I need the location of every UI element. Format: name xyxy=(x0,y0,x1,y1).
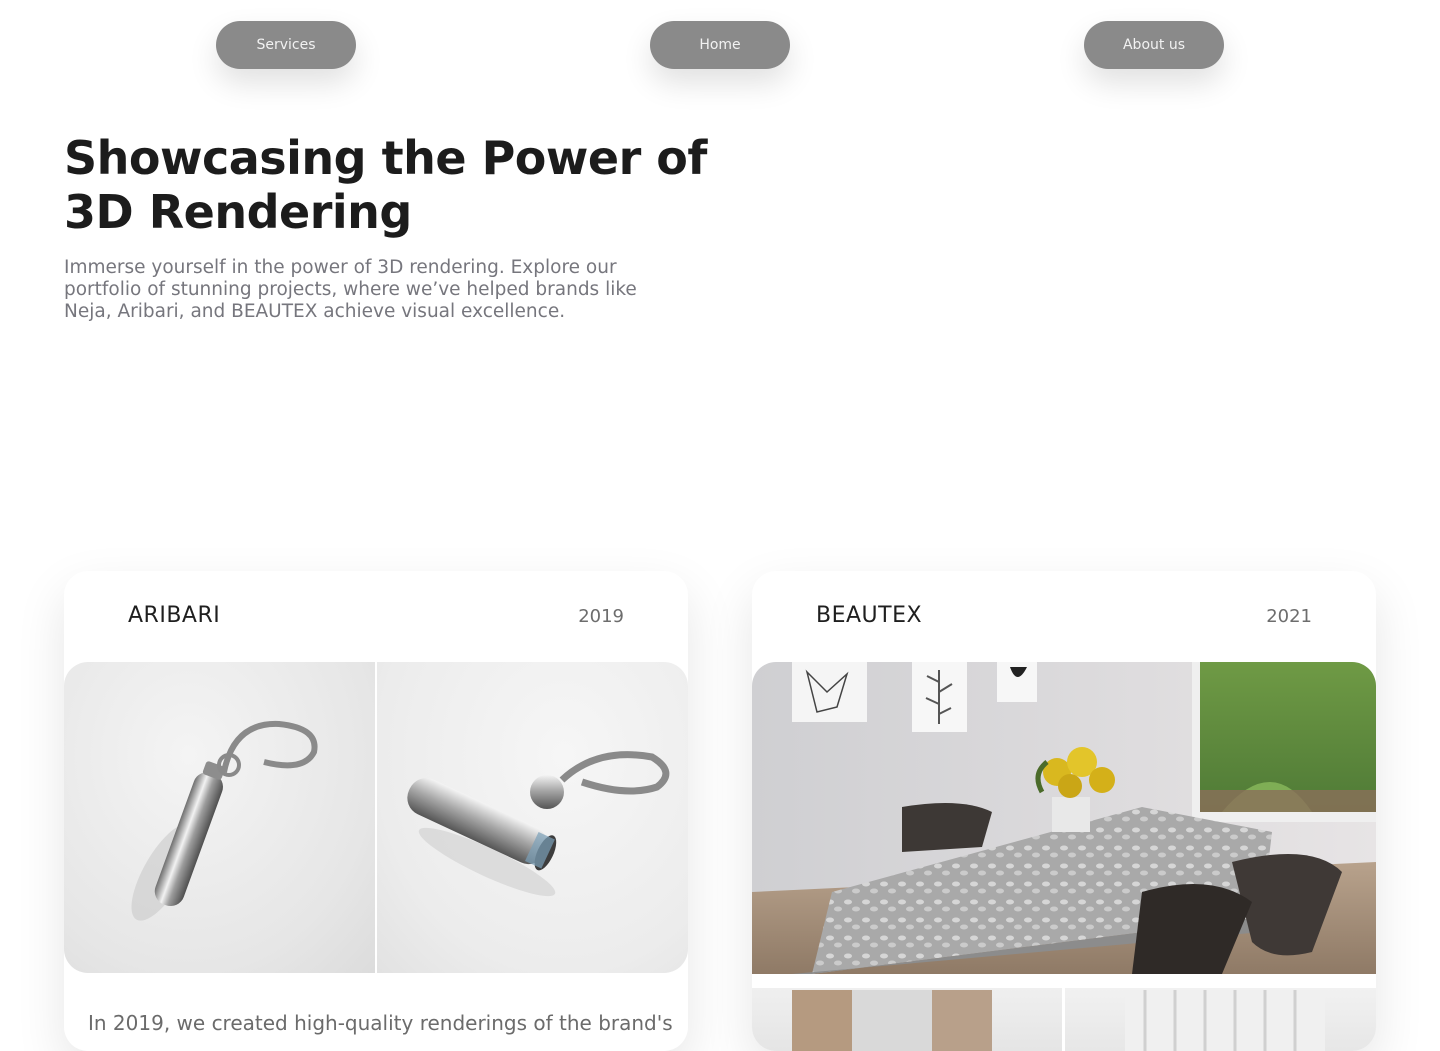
nav-home-button[interactable]: Home xyxy=(650,21,790,69)
render-thumbnail-curtains[interactable] xyxy=(752,976,1062,1051)
project-card-header: BEAUTEX 2021 xyxy=(752,571,1376,662)
nav-about-us-button[interactable]: About us xyxy=(1084,21,1224,69)
project-card-aribari[interactable]: ARIBARI 2019 In 2019, we created high-qu… xyxy=(64,571,688,1051)
project-card-header: ARIBARI 2019 xyxy=(64,571,688,662)
hero-title-line-1: Showcasing the Power of xyxy=(64,131,707,185)
project-year: 2021 xyxy=(1266,606,1312,627)
project-year: 2019 xyxy=(578,606,624,627)
top-navigation: Services Home About us xyxy=(0,21,1440,69)
hero-title: Showcasing the Power of 3D Rendering xyxy=(64,131,744,239)
product-render-open xyxy=(377,662,688,973)
additional-renders xyxy=(752,976,1376,1051)
product-render-closed xyxy=(64,662,375,973)
project-brand-name: ARIBARI xyxy=(128,603,221,628)
project-image-gallery xyxy=(64,662,688,973)
render-thumbnail-white-curtains[interactable] xyxy=(1065,976,1376,1051)
hero-subtitle: Immerse yourself in the power of 3D rend… xyxy=(64,257,637,322)
dining-room-render xyxy=(752,662,1376,974)
project-description: In 2019, we created high-quality renderi… xyxy=(88,1011,673,1035)
project-card-beautex[interactable]: BEAUTEX 2021 xyxy=(752,571,1376,1051)
nav-services-button[interactable]: Services xyxy=(216,21,356,69)
project-brand-name: BEAUTEX xyxy=(816,603,923,628)
hero-title-line-2: 3D Rendering xyxy=(64,185,412,239)
